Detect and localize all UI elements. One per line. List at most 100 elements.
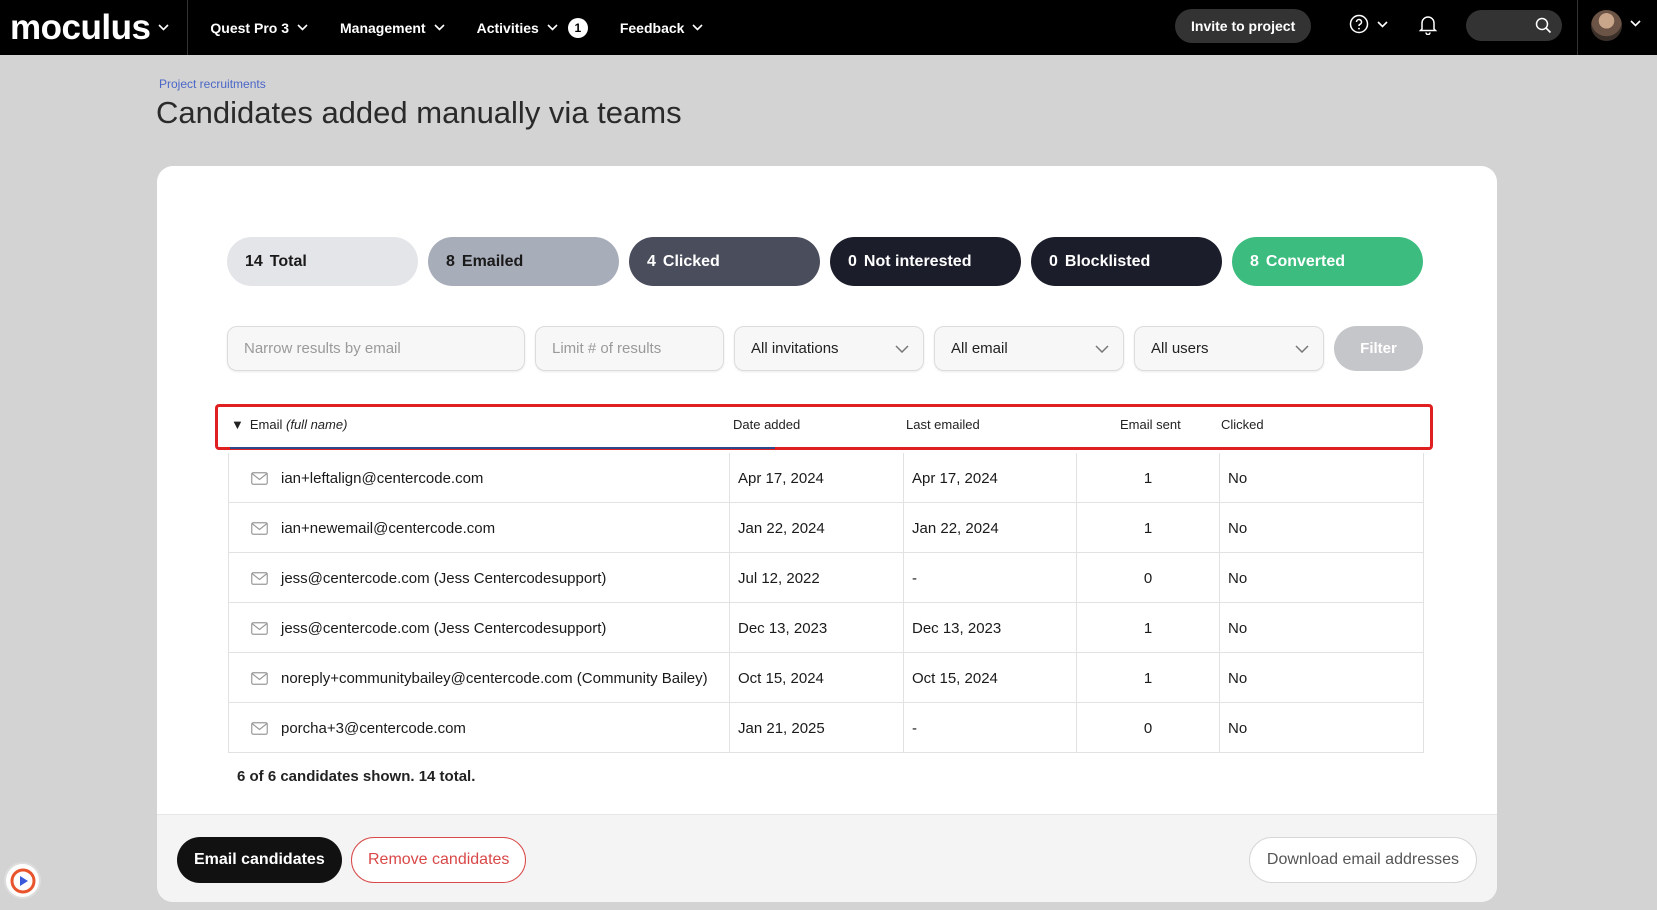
cell-divider xyxy=(903,703,904,753)
stat-pill-converted[interactable]: 8 Converted xyxy=(1232,237,1423,286)
stat-pill-total[interactable]: 14 Total xyxy=(227,237,418,286)
stat-count: 8 xyxy=(446,252,455,270)
email-candidates-button[interactable]: Email candidates xyxy=(177,837,342,883)
logo-menu[interactable]: moculus xyxy=(10,0,187,55)
row-last-emailed: Oct 15, 2024 xyxy=(912,669,998,687)
row-email-sent: 1 xyxy=(1143,469,1153,487)
cell-divider xyxy=(1219,453,1220,503)
row-last-emailed: - xyxy=(912,569,917,587)
cell-divider xyxy=(729,453,730,503)
download-email-addresses-button[interactable]: Download email addresses xyxy=(1248,837,1477,883)
stat-pill-not-interested[interactable]: 0 Not interested xyxy=(830,237,1021,286)
invitations-select[interactable]: All invitations xyxy=(734,326,924,371)
table-row[interactable]: porcha+3@centercode.com Jan 21, 2025 - 0… xyxy=(229,703,1423,753)
users-select[interactable]: All users xyxy=(1134,326,1324,371)
assistant-launcher[interactable] xyxy=(4,862,41,899)
stat-count: 4 xyxy=(647,252,656,270)
chevron-down-icon xyxy=(158,24,169,31)
sort-underline xyxy=(230,447,775,449)
envelope-icon xyxy=(251,703,268,753)
column-header-email-label: Email xyxy=(249,417,283,432)
cell-divider xyxy=(1219,653,1220,703)
nav-item-quest-pro-3[interactable]: Quest Pro 3 xyxy=(200,0,318,55)
nav-item-label: Quest Pro 3 xyxy=(210,19,290,36)
candidates-card: 14 Total 8 Emailed 4 Clicked 0 Not intereste… xyxy=(157,166,1497,902)
email-filter-input[interactable]: Narrow results by email xyxy=(227,326,525,371)
row-email[interactable]: ian+leftalign@centercode.com xyxy=(281,453,483,503)
remove-candidates-button[interactable]: Remove candidates xyxy=(351,837,527,883)
row-email[interactable]: noreply+communitybailey@centercode.com (… xyxy=(281,653,708,703)
cell-divider xyxy=(729,503,730,553)
sort-desc-icon: ▼ xyxy=(231,417,244,432)
table-row[interactable]: noreply+communitybailey@centercode.com (… xyxy=(229,653,1423,703)
chevron-down-icon xyxy=(692,24,704,31)
chevron-down-icon xyxy=(547,24,558,31)
help-icon xyxy=(1349,14,1369,34)
envelope-icon xyxy=(251,653,268,703)
row-email[interactable]: jess@centercode.com (Jess Centercodesupp… xyxy=(281,553,606,603)
row-clicked: No xyxy=(1228,569,1248,587)
page-title: Candidates added manually via teams xyxy=(156,95,682,130)
play-logo-icon xyxy=(10,868,35,893)
column-header-clicked[interactable]: Clicked xyxy=(1221,417,1264,432)
users-select-value: All users xyxy=(1151,340,1209,357)
row-last-emailed: Jan 22, 2024 xyxy=(912,519,999,537)
row-clicked: No xyxy=(1228,619,1248,637)
nav-divider xyxy=(1577,0,1578,55)
stat-label: Converted xyxy=(1265,252,1346,270)
table-row[interactable]: ian+leftalign@centercode.com Apr 17, 202… xyxy=(229,453,1423,503)
notifications-button[interactable] xyxy=(1418,14,1438,40)
row-clicked: No xyxy=(1228,519,1248,537)
row-email-sent: 1 xyxy=(1143,519,1153,537)
stat-count: 0 xyxy=(1049,252,1058,270)
column-header-email-sent[interactable]: Email sent xyxy=(1120,417,1181,432)
stat-count: 8 xyxy=(1250,252,1259,270)
row-date-added: Jan 21, 2025 xyxy=(738,719,825,737)
filter-button[interactable]: Filter xyxy=(1334,326,1423,371)
cell-divider xyxy=(903,653,904,703)
table-row[interactable]: jess@centercode.com (Jess Centercodesupp… xyxy=(229,603,1423,653)
avatar[interactable] xyxy=(1591,10,1622,41)
row-last-emailed: - xyxy=(912,719,917,737)
cell-divider xyxy=(729,703,730,753)
stat-pill-blocklisted[interactable]: 0 Blocklisted xyxy=(1031,237,1222,286)
cell-divider xyxy=(729,653,730,703)
nav-item-management[interactable]: Management xyxy=(330,0,455,55)
row-email-sent: 0 xyxy=(1143,719,1153,737)
row-last-emailed: Dec 13, 2023 xyxy=(912,619,1002,637)
bell-icon xyxy=(1418,16,1438,36)
cell-divider xyxy=(903,603,904,653)
limit-results-input[interactable]: Limit # of results xyxy=(535,326,724,371)
envelope-icon xyxy=(251,503,268,553)
cell-divider xyxy=(1219,703,1220,753)
cell-divider xyxy=(729,553,730,603)
table-row[interactable]: ian+newemail@centercode.com Jan 22, 2024… xyxy=(229,503,1423,553)
stat-pill-clicked[interactable]: 4 Clicked xyxy=(629,237,820,286)
column-header-last-emailed[interactable]: Last emailed xyxy=(906,417,980,432)
breadcrumb[interactable]: Project recruitments xyxy=(159,77,266,91)
email-status-select[interactable]: All email xyxy=(934,326,1124,371)
row-date-added: Jul 12, 2022 xyxy=(738,569,820,587)
invite-to-project-button[interactable]: Invite to project xyxy=(1175,9,1312,43)
nav-item-label: Activities xyxy=(476,19,539,36)
stat-label: Not interested xyxy=(863,252,972,270)
column-header-date-added[interactable]: Date added xyxy=(733,417,800,432)
stat-pill-emailed[interactable]: 8 Emailed xyxy=(428,237,619,286)
envelope-icon xyxy=(251,603,268,653)
logo-text: moculus xyxy=(10,7,151,47)
table-row[interactable]: jess@centercode.com (Jess Centercodesupp… xyxy=(229,553,1423,603)
cell-divider xyxy=(903,503,904,553)
row-email[interactable]: ian+newemail@centercode.com xyxy=(281,503,495,553)
chevron-down-icon xyxy=(1377,20,1388,28)
row-clicked: No xyxy=(1228,669,1248,687)
global-search[interactable] xyxy=(1466,10,1562,41)
help-menu[interactable] xyxy=(1349,14,1388,34)
nav-item-activities[interactable]: Activities 1 xyxy=(467,0,598,55)
row-date-added: Jan 22, 2024 xyxy=(738,519,825,537)
row-email[interactable]: porcha+3@centercode.com xyxy=(281,703,466,753)
nav-item-feedback[interactable]: Feedback xyxy=(610,0,714,55)
chevron-down-icon[interactable] xyxy=(1630,20,1641,27)
email-status-select-value: All email xyxy=(951,340,1008,357)
row-email[interactable]: jess@centercode.com (Jess Centercodesupp… xyxy=(281,603,606,653)
column-header-email[interactable]: ▼ Email (full name) xyxy=(231,417,347,432)
